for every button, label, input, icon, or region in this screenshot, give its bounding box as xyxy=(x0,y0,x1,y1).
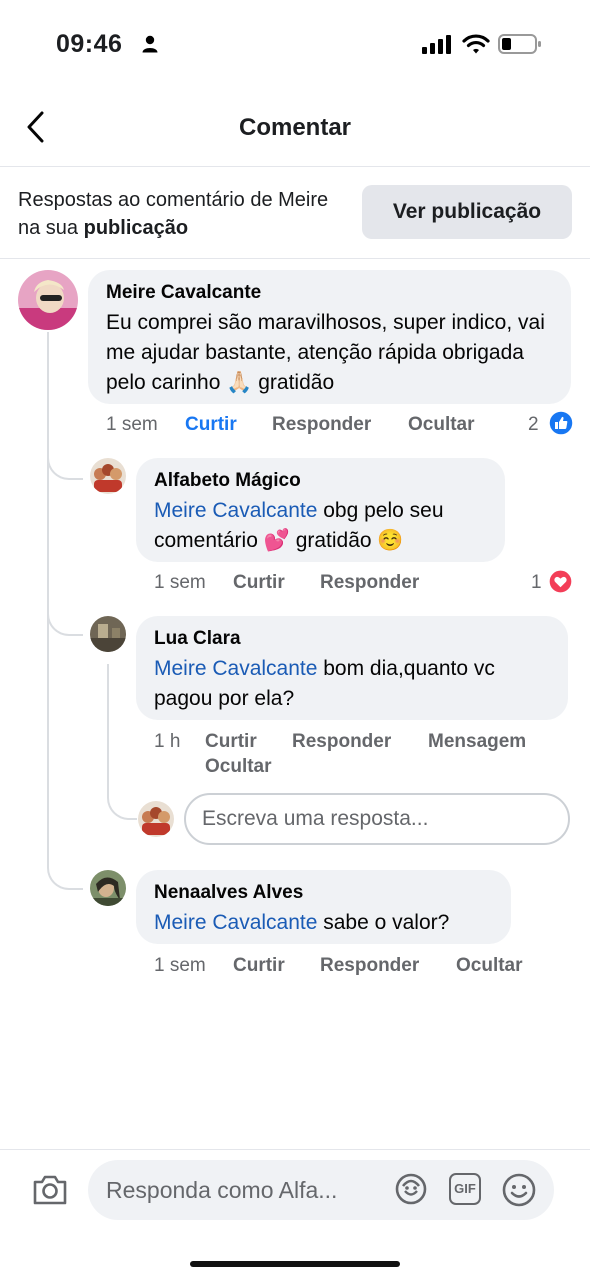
thread-line xyxy=(107,664,109,794)
reply-input[interactable]: Escreva uma resposta... xyxy=(184,793,570,845)
thread-branch xyxy=(47,842,83,890)
header-divider xyxy=(0,166,590,167)
hide-button[interactable]: Ocultar xyxy=(408,414,475,436)
like-button[interactable]: Curtir xyxy=(233,572,285,594)
like-button[interactable]: Curtir xyxy=(185,414,237,436)
comment-text: Meire Cavalcante obg pelo seu comentário… xyxy=(154,499,444,552)
like-button[interactable]: Curtir xyxy=(205,731,257,753)
gif-icon[interactable]: GIF xyxy=(449,1173,481,1205)
hide-button[interactable]: Ocultar xyxy=(456,955,523,977)
mention-link[interactable]: Meire Cavalcante xyxy=(154,911,317,934)
comment-author[interactable]: Lua Clara xyxy=(154,628,550,650)
reaction-count[interactable]: 1 xyxy=(531,572,542,594)
comment-author[interactable]: Meire Cavalcante xyxy=(106,282,553,304)
love-reaction-icon[interactable] xyxy=(548,569,573,594)
hide-button[interactable]: Ocultar xyxy=(205,756,272,778)
avatar[interactable] xyxy=(90,870,126,906)
comment-time: 1 sem xyxy=(154,572,206,593)
like-button[interactable]: Curtir xyxy=(233,955,285,977)
battery-icon xyxy=(498,34,541,54)
comment-bubble[interactable]: Alfabeto Mágico Meire Cavalcante obg pel… xyxy=(136,458,505,562)
comment-text: Meire Cavalcante bom dia,quanto vc pagou… xyxy=(154,657,495,710)
thread-branch xyxy=(107,780,137,820)
emoji-icon[interactable] xyxy=(501,1172,537,1208)
comment-time: 1 sem xyxy=(154,955,206,976)
comment-input[interactable]: Responda como Alfa... xyxy=(88,1160,554,1220)
reaction-count[interactable]: 2 xyxy=(528,414,539,436)
mention-link[interactable]: Meire Cavalcante xyxy=(154,657,317,680)
thread-line xyxy=(47,332,49,842)
comment-bubble[interactable]: Lua Clara Meire Cavalcante bom dia,quant… xyxy=(136,616,568,720)
avatar[interactable] xyxy=(18,270,78,330)
reply-button[interactable]: Responder xyxy=(320,955,419,977)
mention-link[interactable]: Meire Cavalcante xyxy=(154,499,317,522)
comment-author[interactable]: Nenaalves Alves xyxy=(154,882,493,904)
comment-text: Eu comprei são maravilhosos, super indic… xyxy=(106,311,545,394)
avatar-sticker-icon[interactable] xyxy=(394,1172,428,1206)
avatar xyxy=(138,801,174,837)
status-time: 09:46 xyxy=(56,30,123,58)
comment-time: 1 sem xyxy=(106,414,158,435)
context-bold: publicação xyxy=(83,217,189,239)
person-icon xyxy=(142,35,158,53)
view-post-button[interactable]: Ver publicação xyxy=(362,185,572,239)
comment-author[interactable]: Alfabeto Mágico xyxy=(154,470,487,492)
avatar[interactable] xyxy=(90,458,126,494)
message-button[interactable]: Mensagem xyxy=(428,731,526,753)
comment-bubble[interactable]: Nenaalves Alves Meire Cavalcante sabe o … xyxy=(136,870,511,944)
like-reaction-icon[interactable] xyxy=(548,410,574,436)
wifi-icon xyxy=(462,34,490,54)
signal-icon xyxy=(422,35,451,54)
page-title: Comentar xyxy=(238,114,352,141)
camera-icon[interactable] xyxy=(32,1174,68,1206)
thread-branch xyxy=(47,600,83,636)
comment-bubble[interactable]: Meire Cavalcante Eu comprei são maravilh… xyxy=(88,270,571,404)
context-text: Respostas ao comentário de Meire na sua … xyxy=(18,189,329,239)
reply-button[interactable]: Responder xyxy=(320,572,419,594)
avatar[interactable] xyxy=(90,616,126,652)
reply-button[interactable]: Responder xyxy=(272,414,371,436)
bottom-divider xyxy=(0,1149,590,1150)
reply-button[interactable]: Responder xyxy=(292,731,391,753)
context-divider xyxy=(0,258,590,259)
comment-text: Meire Cavalcante sabe o valor? xyxy=(154,911,450,934)
thread-branch xyxy=(47,440,83,480)
comment-time: 1 h xyxy=(154,731,181,752)
home-indicator xyxy=(190,1261,400,1267)
